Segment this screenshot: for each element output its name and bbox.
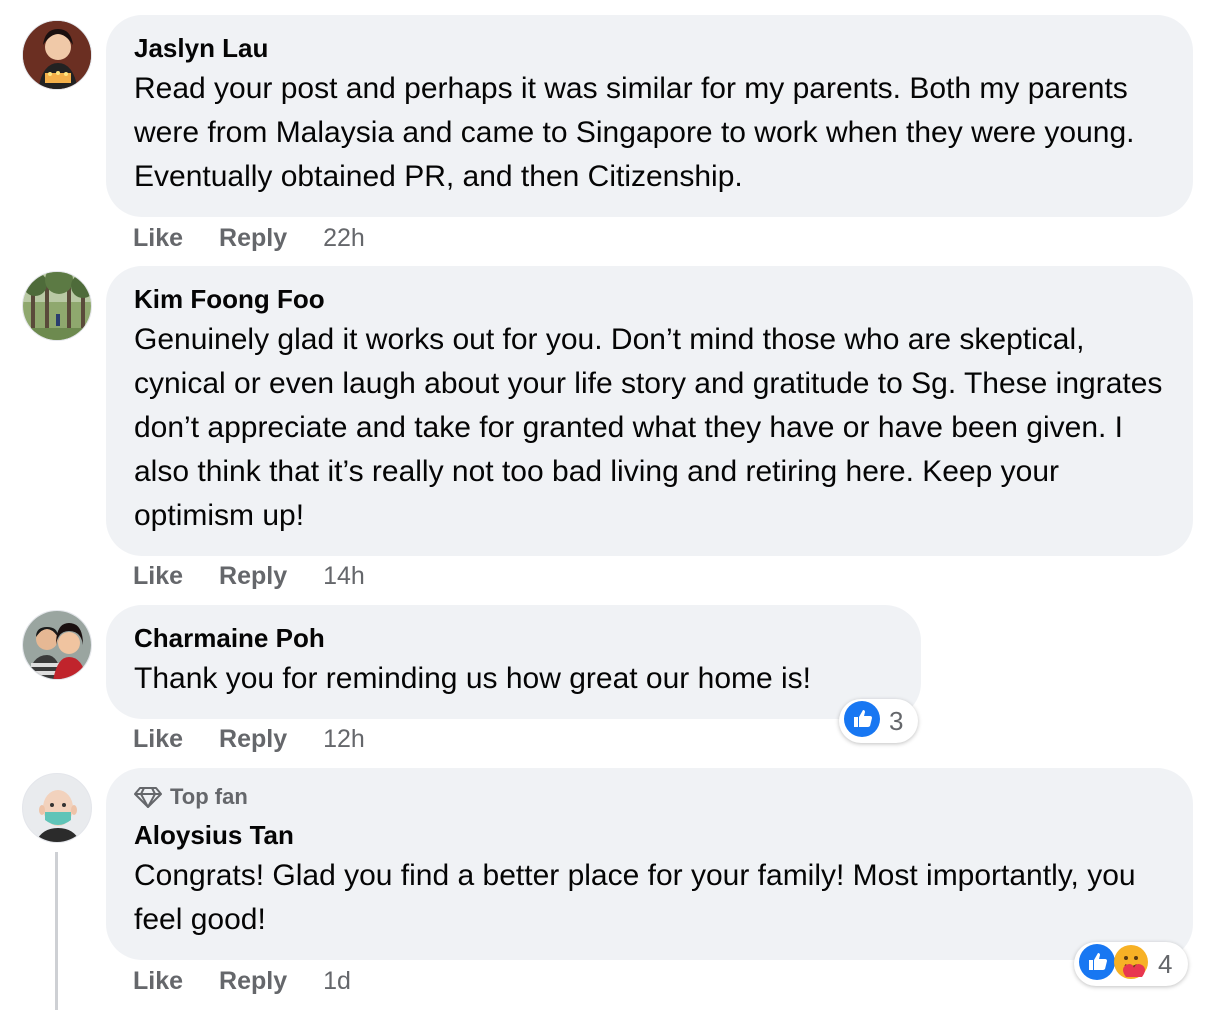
- comment-bubble: Kim Foong Foo Genuinely glad it works ou…: [106, 266, 1193, 556]
- comment-text: Read your post and perhaps it was simila…: [134, 72, 1135, 193]
- like-button[interactable]: Like: [133, 224, 183, 253]
- reaction-summary[interactable]: 4: [1074, 942, 1188, 986]
- comment-bubble: Jaslyn Lau Read your post and perhaps it…: [106, 15, 1193, 217]
- comment-author[interactable]: Aloysius Tan: [134, 820, 1165, 850]
- top-fan-badge[interactable]: Top fan: [134, 784, 1165, 810]
- comment-bubble: Charmaine Poh Thank you for reminding us…: [106, 605, 921, 719]
- comment-text: Thank you for reminding us how great our…: [134, 662, 812, 695]
- thread-line: [55, 852, 58, 1010]
- like-button[interactable]: Like: [133, 725, 183, 754]
- reaction-count: 4: [1158, 948, 1173, 979]
- avatar[interactable]: [22, 610, 92, 680]
- comment-author[interactable]: Kim Foong Foo: [134, 284, 1165, 314]
- reply-button[interactable]: Reply: [219, 725, 287, 754]
- comment-actions: Like Reply 12h: [133, 725, 365, 754]
- comment-bubble: Top fan Aloysius Tan Congrats! Glad you …: [106, 768, 1193, 960]
- top-fan-label: Top fan: [170, 784, 248, 809]
- comment-actions: Like Reply 1d: [133, 967, 351, 996]
- avatar[interactable]: [22, 773, 92, 843]
- comment-actions: Like Reply 14h: [133, 562, 365, 591]
- like-button[interactable]: Like: [133, 562, 183, 591]
- care-reaction-icon: [1112, 943, 1150, 986]
- reply-button[interactable]: Reply: [219, 224, 287, 253]
- comment-timestamp[interactable]: 22h: [323, 224, 365, 253]
- reply-button[interactable]: Reply: [219, 562, 287, 591]
- avatar-image: [23, 21, 91, 89]
- avatar[interactable]: [22, 271, 92, 341]
- avatar-image: [23, 272, 91, 340]
- reaction-count: 3: [889, 705, 904, 736]
- comment-text: Congrats! Glad you find a better place f…: [134, 859, 1136, 936]
- like-reaction-icon: [1078, 943, 1116, 986]
- comment-actions: Like Reply 22h: [133, 224, 365, 253]
- comment-text: Genuinely glad it works out for you. Don…: [134, 323, 1163, 532]
- comment-timestamp[interactable]: 12h: [323, 725, 365, 754]
- diamond-icon: [134, 787, 162, 808]
- comment-author[interactable]: Jaslyn Lau: [134, 33, 1165, 63]
- reaction-summary[interactable]: 3: [839, 699, 918, 743]
- comment-timestamp[interactable]: 1d: [323, 967, 351, 996]
- like-button[interactable]: Like: [133, 967, 183, 996]
- avatar[interactable]: [22, 20, 92, 90]
- comment-author[interactable]: Charmaine Poh: [134, 623, 893, 653]
- avatar-image: [23, 774, 91, 842]
- reply-button[interactable]: Reply: [219, 967, 287, 996]
- comment-timestamp[interactable]: 14h: [323, 562, 365, 591]
- like-reaction-icon: [843, 700, 881, 743]
- avatar-image: [23, 611, 91, 679]
